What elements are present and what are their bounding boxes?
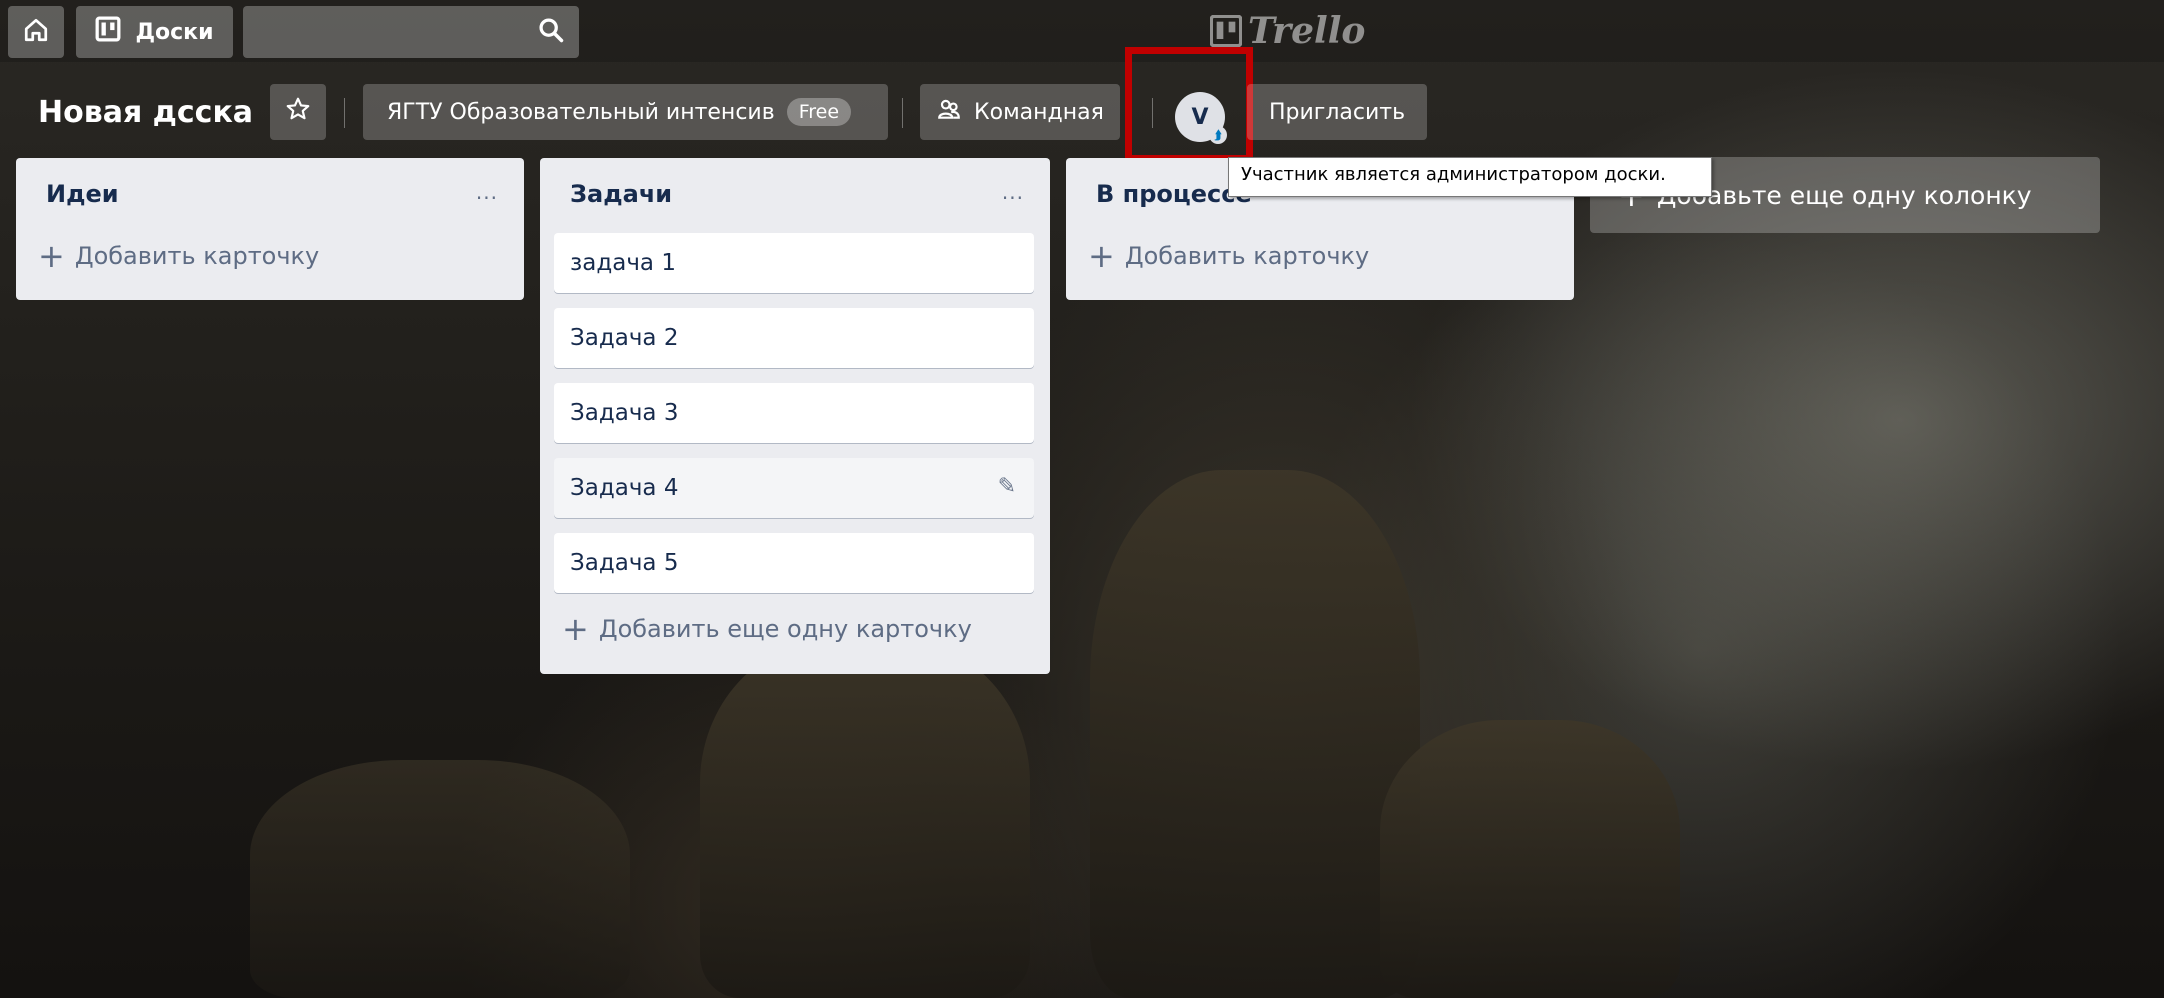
card[interactable]: Задача 3 [554, 383, 1034, 443]
search-input[interactable] [243, 6, 579, 58]
plan-badge: Free [786, 98, 852, 126]
card[interactable]: Задача 5 [554, 533, 1034, 593]
card[interactable]: Задача 4 ✎ [554, 458, 1034, 518]
admin-tooltip: Участник является администратором доски. [1228, 157, 1712, 197]
card[interactable]: Задача 2 [554, 308, 1034, 368]
add-card-button[interactable]: + Добавить карточку [1088, 240, 1369, 272]
trello-logo[interactable]: Trello [1210, 10, 1365, 52]
add-card-label: Добавить еще одну карточку [598, 615, 972, 643]
card-title: Задача 2 [570, 325, 679, 351]
background-rock [1090, 470, 1420, 998]
card-title: Задача 4 [570, 475, 679, 501]
list-tasks: Задачи ... задача 1 Задача 2 Задача 3 За… [540, 158, 1050, 674]
list-ideas: Идеи ... + Добавить карточку [16, 158, 524, 300]
card-title: Задача 5 [570, 550, 679, 576]
card-title: Задача 3 [570, 400, 679, 426]
header-divider [902, 98, 903, 128]
trello-logo-text: Trello [1248, 10, 1366, 52]
top-bar: Доски Trello [0, 0, 2164, 62]
add-card-button[interactable]: + Добавить еще одну карточку [562, 613, 972, 645]
list-menu-icon[interactable]: ... [1002, 180, 1024, 204]
invite-button[interactable]: Пригласить [1247, 84, 1427, 140]
plus-icon: + [38, 237, 65, 275]
team-icon [936, 96, 962, 128]
card[interactable]: задача 1 [554, 233, 1034, 293]
header-divider [344, 98, 345, 128]
boards-label: Доски [135, 19, 214, 45]
board-title[interactable]: Новая дсска [38, 95, 253, 130]
organization-button[interactable]: ЯГТУ Образовательный интенсив Free [363, 84, 888, 140]
background-rock [250, 760, 630, 998]
add-card-label: Добавить карточку [1124, 242, 1370, 270]
boards-icon [95, 16, 121, 48]
boards-button[interactable]: Доски [76, 6, 233, 58]
search-icon[interactable] [537, 16, 565, 48]
trello-logo-icon [1210, 15, 1242, 47]
star-board-button[interactable] [270, 84, 326, 140]
edit-pencil-icon[interactable]: ✎ [998, 474, 1016, 499]
star-icon [285, 96, 311, 128]
add-list-label: Добавьте еще одну колонку [1656, 180, 2032, 210]
organization-name: ЯГТУ Образовательный интенсив [387, 99, 775, 125]
highlight-box [1125, 47, 1253, 162]
add-card-label: Добавить карточку [74, 242, 320, 270]
home-button[interactable] [8, 6, 64, 58]
list-title[interactable]: Задачи [570, 180, 672, 208]
visibility-label: Командная [974, 99, 1104, 125]
background-rock [700, 640, 1030, 998]
visibility-button[interactable]: Командная [920, 84, 1120, 140]
plus-icon: + [562, 610, 589, 648]
add-card-button[interactable]: + Добавить карточку [38, 240, 319, 272]
background-rock [1380, 720, 1680, 998]
home-icon [23, 17, 49, 47]
list-menu-icon[interactable]: ... [476, 180, 498, 204]
card-title: задача 1 [570, 250, 676, 276]
list-title[interactable]: Идеи [46, 180, 119, 208]
plus-icon: + [1088, 237, 1115, 275]
